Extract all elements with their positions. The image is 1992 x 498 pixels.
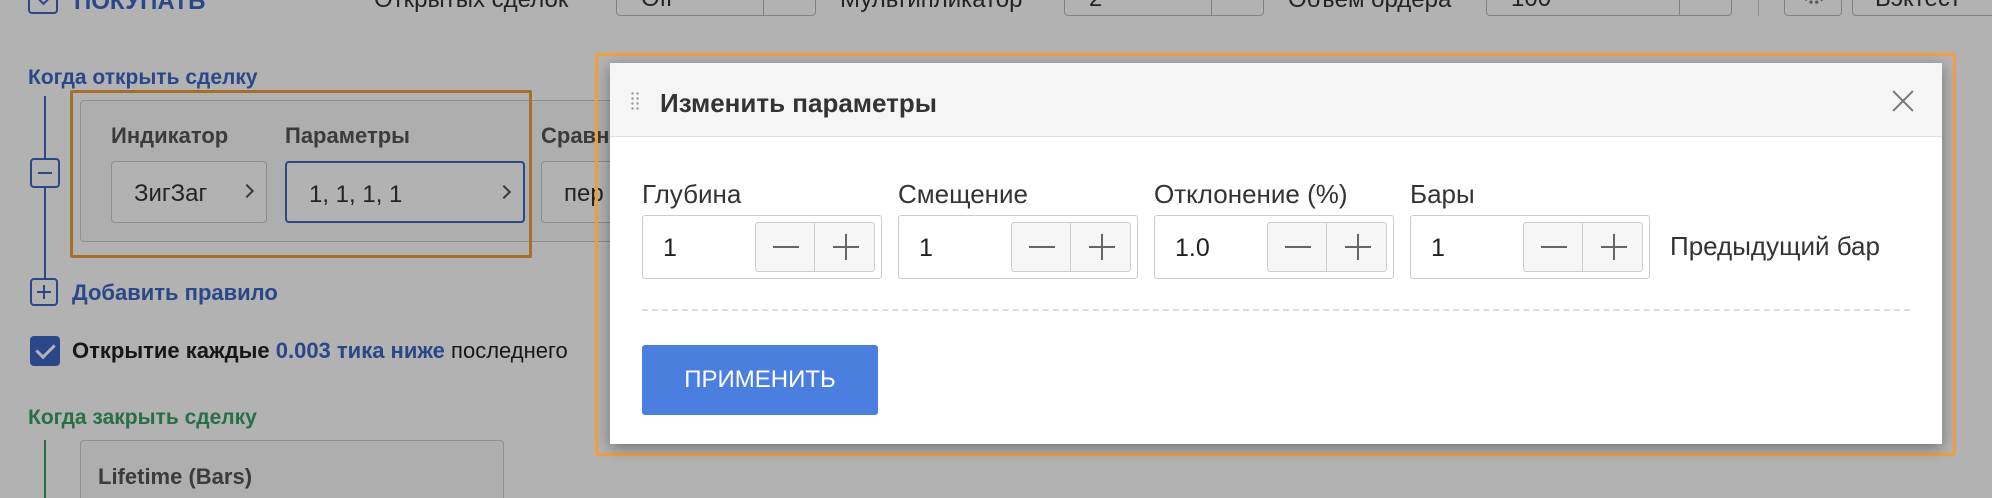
increment-button[interactable] — [816, 223, 875, 271]
decrement-button[interactable] — [756, 223, 815, 271]
edit-params-dialog: Изменить параметры Глубина 1 Смещение 1 … — [610, 63, 1942, 444]
increment-button[interactable] — [1072, 223, 1131, 271]
stepper-controls — [1011, 222, 1131, 272]
apply-button[interactable]: ПРИМЕНИТЬ — [642, 345, 878, 415]
decrement-button[interactable] — [1012, 223, 1071, 271]
depth-input[interactable]: 1 — [663, 234, 677, 263]
deviation-input[interactable]: 1.0 — [1175, 234, 1210, 263]
stepper-controls — [1267, 222, 1387, 272]
dialog-title: Изменить параметры — [660, 88, 937, 118]
deviation-stepper: 1.0 — [1154, 215, 1394, 279]
minus-icon — [1285, 246, 1311, 248]
depth-stepper: 1 — [642, 215, 882, 279]
minus-icon — [773, 246, 799, 248]
bars-label: Бары — [1410, 179, 1475, 209]
deviation-label: Отклонение (%) — [1154, 179, 1348, 209]
drag-handle-icon[interactable] — [630, 91, 640, 111]
increment-button[interactable] — [1328, 223, 1387, 271]
depth-label: Глубина — [642, 179, 742, 209]
minus-icon — [1541, 246, 1567, 248]
close-icon[interactable] — [1892, 90, 1914, 112]
stepper-controls — [1523, 222, 1643, 272]
decrement-button[interactable] — [1524, 223, 1583, 271]
previous-bar-label: Предыдущий бар — [1670, 231, 1880, 261]
offset-input[interactable]: 1 — [919, 234, 933, 263]
offset-stepper: 1 — [898, 215, 1138, 279]
stepper-controls — [755, 222, 875, 272]
increment-button[interactable] — [1584, 223, 1643, 271]
dialog-header: Изменить параметры — [610, 63, 1942, 137]
dashed-divider — [642, 309, 1910, 311]
minus-icon — [1029, 246, 1055, 248]
offset-label: Смещение — [898, 179, 1029, 209]
bars-input[interactable]: 1 — [1431, 234, 1445, 263]
decrement-button[interactable] — [1268, 223, 1327, 271]
bars-stepper: 1 — [1410, 215, 1650, 279]
